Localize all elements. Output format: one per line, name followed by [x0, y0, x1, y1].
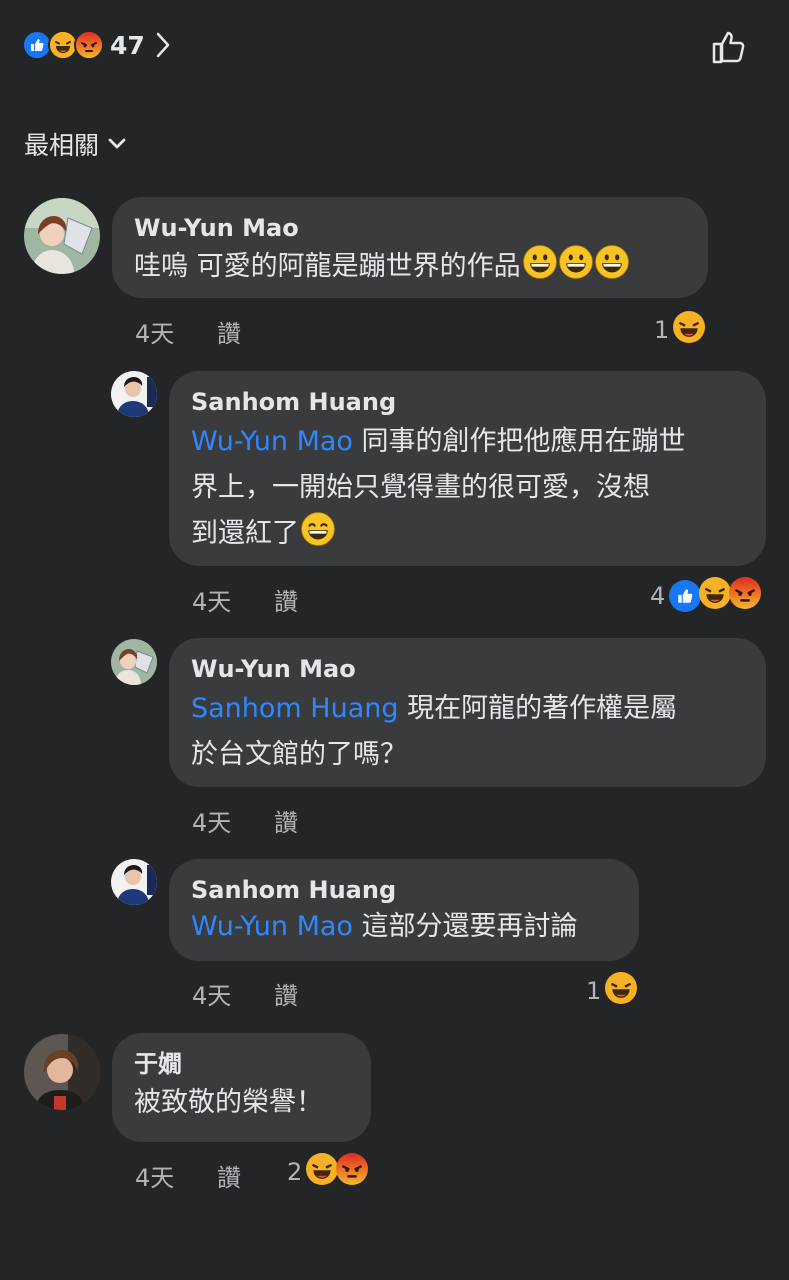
comment-time[interactable]: 4天	[135, 314, 217, 349]
reaction-count: 4	[650, 582, 666, 610]
mention-link[interactable]: Wu-Yun Mao	[191, 426, 353, 457]
comment-actions: 4天 讚	[192, 582, 298, 617]
like-link[interactable]: 讚	[274, 976, 298, 1011]
like-link[interactable]: 讚	[274, 803, 298, 838]
comment-time[interactable]: 4天	[192, 803, 274, 838]
comment-bubble[interactable]: Wu-Yun Mao 哇嗚 可愛的阿龍是蹦世界的作品	[112, 197, 708, 298]
comment-reactions[interactable]: 1	[654, 311, 706, 349]
comment-text: Wu-Yun Mao 這部分還要再討論	[191, 911, 578, 942]
grinning-face-icon	[522, 245, 557, 290]
comment-author[interactable]: Wu-Yun Mao	[191, 652, 744, 686]
comment-bubble[interactable]: 于嫺 被致敬的榮譽！	[112, 1033, 371, 1142]
avatar[interactable]	[24, 1034, 100, 1110]
comment-actions: 4天 讚	[192, 803, 298, 838]
angry-icon	[729, 577, 762, 615]
haha-icon	[673, 311, 706, 349]
haha-icon	[605, 972, 638, 1010]
comment-text: Sanhom Huang 現在阿龍的著作權是屬 於台文館的了嗎？	[191, 693, 678, 770]
avatar[interactable]	[111, 639, 157, 685]
comment-text: 哇嗚 可愛的阿龍是蹦世界的作品	[134, 245, 686, 290]
comment-author[interactable]: Sanhom Huang	[191, 385, 744, 419]
comment-bubble[interactable]: Wu-Yun Mao Sanhom Huang 現在阿龍的著作權是屬 於台文館的…	[169, 638, 766, 787]
comment-text: 被致敬的榮譽！	[134, 1087, 323, 1118]
avatar[interactable]	[111, 859, 157, 905]
mention-link[interactable]: Wu-Yun Mao	[191, 911, 353, 942]
comment-actions: 4天 讚	[135, 314, 241, 349]
avatar[interactable]	[24, 198, 100, 274]
chevron-down-icon	[108, 138, 126, 149]
like-link[interactable]: 讚	[217, 1158, 241, 1193]
reaction-count: 2	[287, 1158, 303, 1186]
comment-time[interactable]: 4天	[192, 582, 274, 617]
like-link[interactable]: 讚	[274, 582, 298, 617]
comment-bubble[interactable]: Sanhom Huang Wu-Yun Mao 同事的創作把他應用在蹦世 界上，…	[169, 371, 766, 566]
comment-reactions[interactable]: 4	[650, 577, 762, 615]
comment-actions: 4天 讚	[135, 1158, 241, 1193]
chevron-right-icon[interactable]	[155, 31, 171, 59]
total-reactions-count: 47	[110, 30, 145, 60]
like-outline-icon[interactable]	[710, 27, 750, 67]
haha-icon	[306, 1153, 339, 1191]
grinning-face-icon	[594, 245, 629, 290]
mention-link[interactable]: Sanhom Huang	[191, 693, 399, 724]
reaction-count: 1	[654, 316, 670, 344]
angry-icon	[74, 30, 104, 60]
sort-dropdown[interactable]: 最相關	[24, 126, 127, 162]
reactions-summary[interactable]: 47	[22, 30, 171, 60]
comment-time[interactable]: 4天	[135, 1158, 217, 1193]
comment-text: Wu-Yun Mao 同事的創作把他應用在蹦世 界上，一開始只覺得畫的很可愛，沒…	[191, 419, 744, 561]
comment-actions: 4天 讚	[192, 976, 298, 1011]
like-link[interactable]: 讚	[217, 314, 241, 349]
comment-bubble[interactable]: Sanhom Huang Wu-Yun Mao 這部分還要再討論	[169, 859, 639, 961]
comment-author[interactable]: Sanhom Huang	[191, 873, 617, 907]
like-icon	[669, 580, 702, 612]
avatar[interactable]	[111, 371, 157, 417]
smiling-face-icon	[301, 512, 335, 561]
comment-author[interactable]: Wu-Yun Mao	[134, 211, 686, 245]
comment-author[interactable]: 于嫺	[134, 1047, 349, 1081]
grinning-face-icon	[558, 245, 593, 290]
comment-time[interactable]: 4天	[192, 976, 274, 1011]
comment-reactions[interactable]: 2	[287, 1153, 369, 1191]
haha-icon	[699, 577, 732, 615]
comment-reactions[interactable]: 1	[586, 972, 638, 1010]
sort-label: 最相關	[24, 131, 100, 160]
reaction-count: 1	[586, 977, 602, 1005]
reactions-header: 47	[0, 0, 789, 92]
angry-icon	[336, 1153, 369, 1191]
